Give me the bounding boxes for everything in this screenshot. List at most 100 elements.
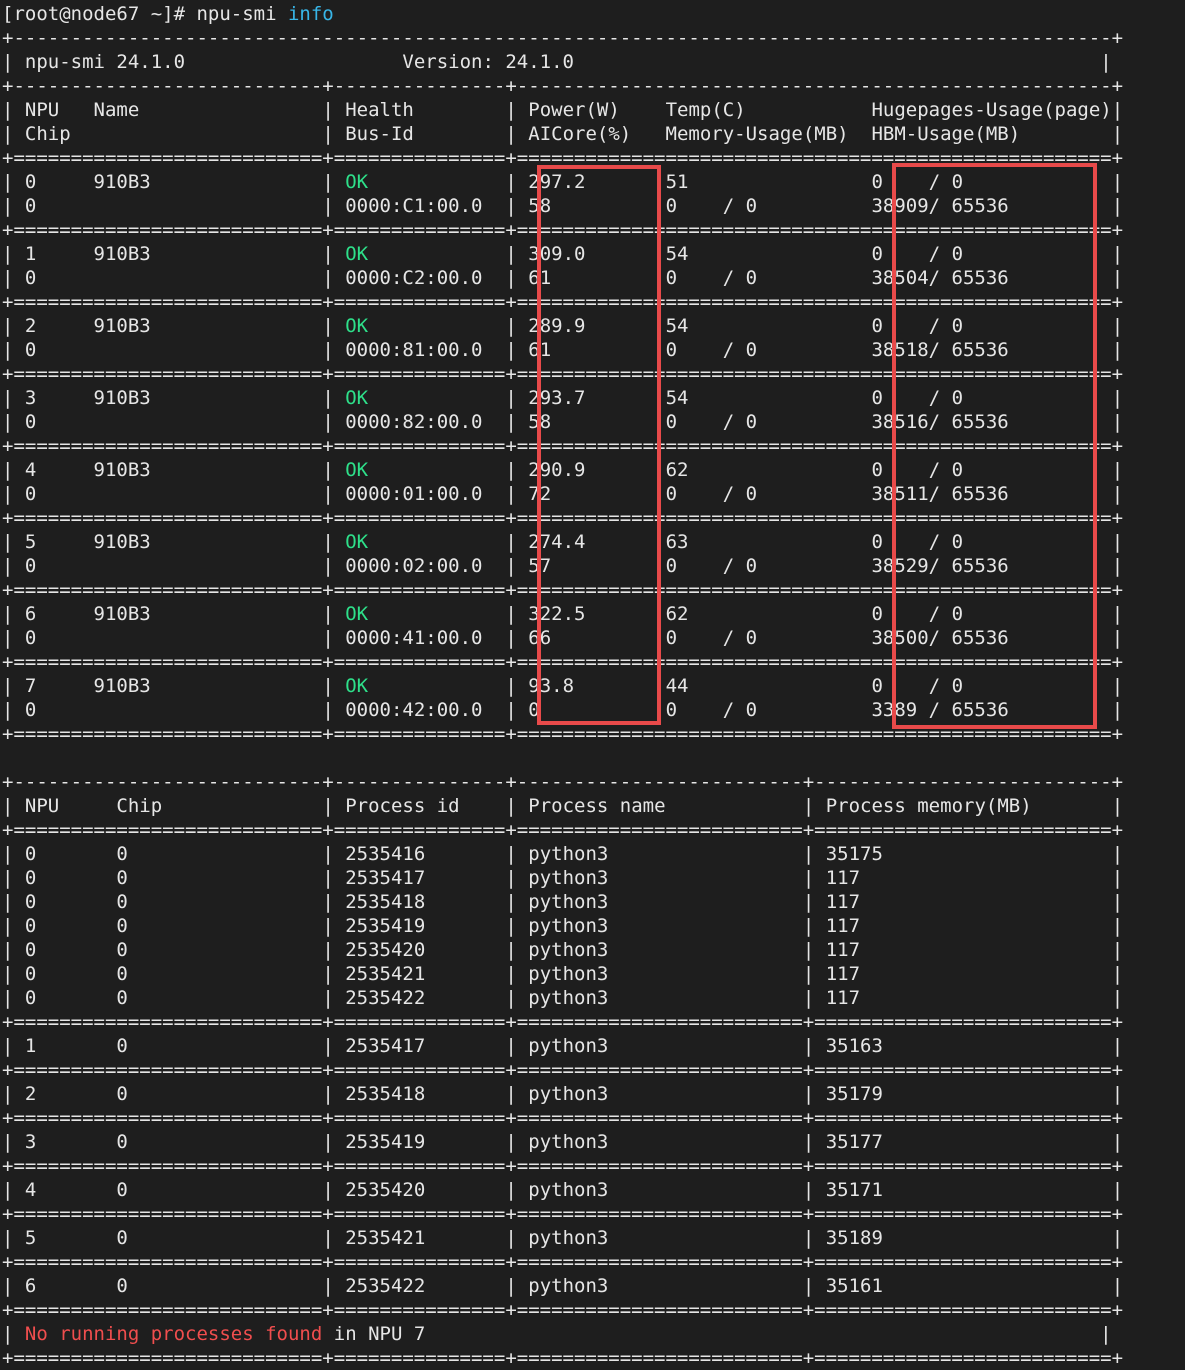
no-process-suffix: in NPU 7 [322, 1323, 426, 1345]
version-label: Version: 24.1.0 [402, 51, 574, 73]
process-row: | 3 0 | 2535419 | python3 | 35177 | [2, 1131, 1124, 1153]
process-row: | 0 0 | 2535417 | python3 | 117 | [2, 867, 1124, 889]
memory-usage-value: 0 / 0 [665, 411, 758, 433]
process-memory: 117 [825, 963, 861, 985]
process-id: 2535422 [345, 987, 426, 1009]
health-status: OK [345, 243, 369, 265]
col-process-name: Process name [528, 795, 666, 817]
proc-chip: 0 [116, 939, 128, 961]
temp-value: 63 [665, 531, 689, 553]
chip-id: 0 [24, 483, 37, 505]
process-row: | 0 0 | 2535418 | python3 | 117 | [2, 891, 1124, 913]
table-separator: +===========================+===========… [2, 1347, 1124, 1369]
process-name: python3 [528, 867, 609, 889]
bus-id: 0000:02:00.0 [345, 555, 483, 577]
proc-npu: 1 [24, 1035, 37, 1057]
table-separator: +---------------------------+-----------… [2, 771, 1124, 793]
proc-chip: 0 [116, 1035, 128, 1057]
chip-id: 0 [24, 339, 37, 361]
chip-id: 0 [24, 267, 37, 289]
proc-chip: 0 [116, 987, 128, 1009]
col-memory-usage: Memory-Usage(MB) [665, 123, 849, 145]
version-header: | npu-smi 24.1.0 Version: 24.1.0 | [2, 51, 1112, 73]
process-memory: 35189 [825, 1227, 883, 1249]
memory-usage-value: 0 / 0 [665, 627, 758, 649]
command-prompt: [root@node67 ~]# npu-smi info [2, 2, 1123, 26]
process-name: python3 [528, 915, 609, 937]
bus-id: 0000:41:00.0 [345, 627, 483, 649]
col-bus-id: Bus-Id [345, 123, 414, 145]
col-temp: Temp(C) [665, 99, 746, 121]
health-status: OK [345, 459, 369, 481]
process-row: | 0 0 | 2535420 | python3 | 117 | [2, 939, 1124, 961]
table-separator: +===========================+===========… [2, 1011, 1124, 1033]
proc-chip: 0 [116, 1083, 128, 1105]
npu-id: 0 [24, 171, 37, 193]
process-row: | 1 0 | 2535417 | python3 | 35163 | [2, 1035, 1124, 1057]
npu-id: 3 [24, 387, 37, 409]
proc-npu: 0 [24, 963, 37, 985]
temp-value: 54 [665, 387, 689, 409]
process-id: 2535419 [345, 915, 426, 937]
process-row: | 0 0 | 2535419 | python3 | 117 | [2, 915, 1124, 937]
npu-name: 910B3 [93, 675, 151, 697]
memory-usage-value: 0 / 0 [665, 699, 758, 721]
temp-value: 51 [665, 171, 689, 193]
proc-npu: 0 [24, 915, 37, 937]
bus-id: 0000:01:00.0 [345, 483, 483, 505]
health-status: OK [345, 675, 369, 697]
npu-id: 6 [24, 603, 37, 625]
power-aicore-highlight-box [537, 165, 661, 725]
process-row: | 0 0 | 2535421 | python3 | 117 | [2, 963, 1124, 985]
process-id: 2535420 [345, 939, 426, 961]
process-memory: 117 [825, 987, 861, 1009]
npu-name: 910B3 [93, 315, 151, 337]
proc-npu: 2 [24, 1083, 37, 1105]
temp-value: 62 [665, 459, 689, 481]
terminal-window[interactable]: [root@node67 ~]# npu-smi info +----------… [0, 0, 1185, 1369]
proc-chip: 0 [116, 891, 128, 913]
col-proc-chip: Chip [116, 795, 163, 817]
col-proc-npu: NPU [24, 795, 60, 817]
process-name: python3 [528, 987, 609, 1009]
process-memory: 117 [825, 867, 861, 889]
proc-chip: 0 [116, 1179, 128, 1201]
process-row: | 5 0 | 2535421 | python3 | 35189 | [2, 1227, 1124, 1249]
table-separator: +---------------------------------------… [2, 27, 1124, 49]
process-id: 2535416 [345, 843, 426, 865]
chip-id: 0 [24, 195, 37, 217]
chip-id: 0 [24, 699, 37, 721]
process-id: 2535422 [345, 1275, 426, 1297]
proc-chip: 0 [116, 963, 128, 985]
process-name: python3 [528, 1227, 609, 1249]
chip-id: 0 [24, 627, 37, 649]
col-hbm-usage: HBM-Usage(MB) [871, 123, 1021, 145]
proc-chip: 0 [116, 1275, 128, 1297]
proc-npu: 0 [24, 987, 37, 1009]
prompt-text: [root@node67 ~]# npu-smi [2, 3, 288, 25]
col-process-memory: Process memory(MB) [825, 795, 1032, 817]
chip-id: 0 [24, 555, 37, 577]
process-name: python3 [528, 963, 609, 985]
temp-value: 54 [665, 315, 689, 337]
hbm-usage-highlight-box [892, 163, 1097, 729]
proc-npu: 0 [24, 867, 37, 889]
proc-chip: 0 [116, 1131, 128, 1153]
process-memory: 117 [825, 915, 861, 937]
proc-npu: 3 [24, 1131, 37, 1153]
process-id: 2535421 [345, 963, 426, 985]
process-id: 2535418 [345, 891, 426, 913]
proc-chip: 0 [116, 843, 128, 865]
process-memory: 35171 [825, 1179, 883, 1201]
col-aicore: AICore(%) [528, 123, 632, 145]
table-separator: +===========================+===========… [2, 819, 1124, 841]
npu-name: 910B3 [93, 459, 151, 481]
process-id: 2535420 [345, 1179, 426, 1201]
process-memory: 117 [825, 939, 861, 961]
proc-npu: 5 [24, 1227, 37, 1249]
proc-npu: 4 [24, 1179, 37, 1201]
memory-usage-value: 0 / 0 [665, 555, 758, 577]
proc-npu: 6 [24, 1275, 37, 1297]
process-memory: 35163 [825, 1035, 883, 1057]
